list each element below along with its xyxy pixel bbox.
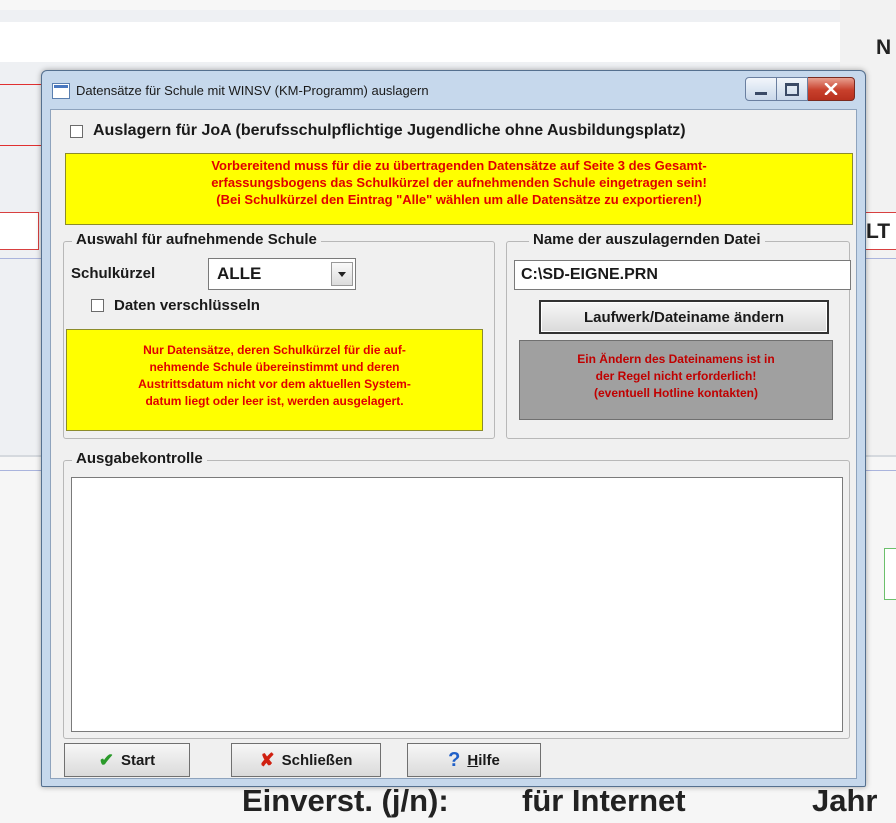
minimize-button[interactable] (745, 77, 777, 101)
close-button[interactable]: ✘ Schließen (231, 743, 381, 777)
export-dialog: Datensätze für Schule mit WINSV (KM-Prog… (41, 70, 866, 787)
filename-input[interactable]: C:\SD-EIGNE.PRN (514, 260, 851, 290)
checkmark-icon: ✔ (98, 750, 114, 770)
output-log[interactable] (71, 477, 843, 732)
filename-hint-box: Ein Ändern des Dateinamens ist in der Re… (519, 340, 833, 420)
help-button[interactable]: ? Hilfe (407, 743, 541, 777)
school-code-label: Schulkürzel (71, 265, 156, 282)
info-line: datum liegt oder leer ist, werden ausgel… (145, 394, 404, 408)
minimize-icon (755, 91, 767, 95)
output-legend: Ausgabekontrolle (72, 450, 207, 467)
hint-line: (eventuell Hotline kontakten) (593, 386, 759, 400)
maximize-button[interactable] (777, 77, 808, 101)
background-field (0, 212, 39, 250)
encrypt-checkbox[interactable] (91, 299, 104, 312)
help-label-rest: ilfe (478, 751, 500, 769)
filename-legend: Name der auszulagernden Datei (529, 231, 765, 248)
chevron-down-icon (338, 271, 346, 277)
window-close-button[interactable] (808, 77, 855, 101)
hint-line: der Regel nicht erforderlich! (595, 369, 757, 383)
encrypt-checkbox-row[interactable]: Daten verschlüsseln (91, 297, 260, 314)
background-top-bar (0, 0, 896, 10)
school-selection-legend: Auswahl für aufnehmende Schule (72, 231, 321, 248)
maximize-icon (785, 82, 799, 96)
joa-checkbox[interactable] (70, 124, 83, 138)
close-button-label: Schließen (281, 751, 353, 769)
dropdown-button[interactable] (331, 262, 353, 286)
info-line: nehmende Schule übereinstimmt und deren (149, 360, 400, 374)
school-code-select[interactable]: ALLE (208, 258, 356, 290)
selection-info-box: Nur Datensätze, deren Schulkürzel für di… (66, 329, 483, 431)
background-label: für Internet (522, 783, 686, 818)
preparation-notice: Vorbereitend muss für die zu übertragend… (65, 153, 853, 225)
notice-line: Vorbereitend muss für die zu übertragend… (211, 158, 707, 173)
help-button-label: Hilfe (467, 752, 500, 769)
background-label: N (876, 36, 892, 59)
title-bar[interactable]: Datensätze für Schule mit WINSV (KM-Prog… (42, 71, 865, 109)
background-panel (0, 22, 840, 62)
school-code-value: ALLE (217, 264, 262, 283)
caption-buttons (745, 77, 855, 101)
info-line: Nur Datensätze, deren Schulkürzel für di… (143, 343, 406, 357)
x-icon: ✘ (259, 750, 275, 770)
background-label: Einverst. (j/n): (242, 783, 449, 818)
background-label: Jahr (812, 783, 878, 818)
window-title: Datensätze für Schule mit WINSV (KM-Prog… (76, 83, 429, 98)
window-icon[interactable] (52, 83, 70, 99)
hint-line: Ein Ändern des Dateinamens ist in (577, 352, 775, 366)
change-drive-filename-button[interactable]: Laufwerk/Dateiname ändern (539, 300, 829, 334)
close-icon (824, 83, 838, 95)
dialog-client-area: Auslagern für JoA (berufsschulpflichtige… (50, 109, 857, 779)
notice-line: erfassungsbogens das Schulkürzel der auf… (211, 175, 707, 190)
start-button[interactable]: ✔ Start (64, 743, 190, 777)
help-accelerator: H (467, 751, 479, 769)
start-button-label: Start (120, 751, 156, 769)
encrypt-checkbox-label: Daten verschlüsseln (114, 297, 260, 314)
info-line: Austrittsdatum nicht vor dem aktuellen S… (138, 377, 411, 391)
question-icon: ? (448, 749, 461, 771)
background-label: LT (866, 220, 891, 243)
notice-line: (Bei Schulkürzel den Eintrag "Alle" wähl… (216, 192, 702, 207)
background-field (884, 548, 896, 600)
joa-checkbox-label: Auslagern für JoA (berufsschulpflichtige… (93, 122, 686, 139)
joa-checkbox-row[interactable]: Auslagern für JoA (berufsschulpflichtige… (70, 122, 686, 140)
